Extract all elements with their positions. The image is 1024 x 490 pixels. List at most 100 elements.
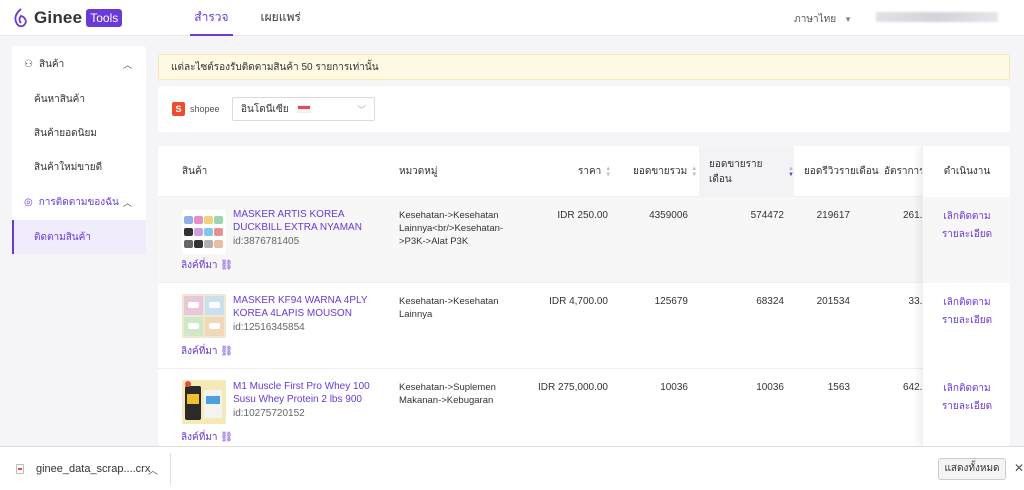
chevron-up-icon: ︿ (122, 59, 132, 70)
source-link-label: ลิงค์ที่มา (181, 260, 218, 271)
detail-button[interactable]: รายละเอียด (923, 398, 1010, 416)
chevron-up-icon[interactable]: ︿ (148, 462, 158, 477)
table-header: สินค้า หมวดหมู่ ราคา ▲ ▼ ยอดขายรวม ▲ ▼ ยอด… (158, 146, 1010, 197)
user-account-blurred[interactable] (876, 12, 998, 22)
target-icon: ◎ (24, 196, 33, 208)
action-column: ดำเนินงาน เลิกติดตาม รายละเอียด เลิกติดต… (922, 146, 1010, 446)
sort-desc-icon[interactable]: ▲ ▼ (788, 166, 794, 178)
tracked-products-table: สินค้า หมวดหมู่ ราคา ▲ ▼ ยอดขายรวม ▲ ▼ ยอด… (158, 146, 1010, 446)
sidebar-item-search-products[interactable]: ค้นหาสินค้า (12, 82, 146, 116)
chevron-up-icon: ︿ (122, 197, 132, 208)
source-link[interactable]: ลิงค์ที่มา ⛓ (181, 430, 233, 445)
product-thumbnail[interactable] (182, 380, 226, 424)
product-name-link[interactable]: M1 Muscle First Pro Whey 100 Susu Whey P… (233, 380, 379, 406)
ginee-logo-icon (14, 7, 27, 27)
source-link-label: ลิงค์ที่มา (181, 432, 218, 443)
product-price: IDR 4,700.00 (549, 296, 608, 307)
product-monthly-sales: 574472 (750, 210, 784, 221)
brand-name: Ginee (34, 7, 83, 27)
product-category: Kesehatan->Kesehatan Lainnya (399, 296, 499, 320)
product-rate: 642.1 (902, 382, 928, 393)
column-monthly-sales-label: ยอดขายรายเดือน (709, 158, 763, 185)
close-icon[interactable]: ✕ (1014, 461, 1024, 475)
detail-button[interactable]: รายละเอียด (923, 312, 1010, 330)
column-category: หมวดหมู่ (399, 166, 438, 177)
product-thumbnail[interactable] (182, 210, 226, 254)
language-label: ภาษาไทย (794, 14, 837, 25)
product-total-sales: 4359006 (649, 210, 688, 221)
product-monthly-reviews: 1563 (827, 382, 850, 393)
browser-download-bar: ginee_data_scrap....crx ︿ แสดงทั้งหมด ✕ (0, 446, 1024, 490)
chevron-down-icon: ▼ (844, 15, 852, 24)
column-price[interactable]: ราคา ▲ ▼ (578, 146, 611, 197)
ginee-logo[interactable]: Ginee Tools (12, 7, 123, 28)
platform-label: shopee (190, 104, 220, 114)
top-bar: Ginee Tools สำรวจ เผยแพร่ ภาษาไทย ▼ (0, 0, 1024, 36)
column-monthly-reviews: ยอดรีวิวรายเดือน (804, 166, 879, 177)
link-icon: ⛓ (220, 260, 233, 271)
shopee-icon: S (172, 102, 185, 116)
sidebar-item-popular-products[interactable]: สินค้ายอดนิยม (12, 116, 146, 150)
sidebar-item-new-bestsellers[interactable]: สินค้าใหม่ขายดี (12, 150, 146, 184)
unfollow-button[interactable]: เลิกติดตาม (923, 380, 1010, 398)
sidebar-item-track-products[interactable]: ติดตามสินค้า (12, 220, 146, 254)
show-all-button[interactable]: แสดงทั้งหมด (938, 458, 1006, 480)
tab-publish[interactable]: เผยแพร่ (245, 0, 317, 36)
sidebar-group-label: การติดตามของฉัน (38, 196, 119, 208)
product-monthly-sales: 10036 (756, 382, 784, 393)
source-link-label: ลิงค์ที่มา (181, 346, 218, 357)
column-price-label: ราคา (578, 166, 602, 177)
product-monthly-reviews: 219617 (816, 210, 850, 221)
link-icon: ⛓ (220, 432, 233, 443)
source-link[interactable]: ลิงค์ที่มา ⛓ (181, 258, 233, 273)
sort-icon[interactable]: ▲ ▼ (605, 166, 611, 178)
indonesia-flag-icon (296, 105, 311, 113)
column-monthly-sales[interactable]: ยอดขายรายเดือน ▲ ▼ (699, 146, 794, 197)
brand-badge: Tools (86, 8, 123, 27)
product-id: id:12516345854 (233, 322, 305, 333)
divider (170, 453, 171, 485)
sidebar: ⚇ สินค้า ︿ ค้นหาสินค้า สินค้ายอดนิยม สิน… (12, 46, 146, 254)
product-thumbnail[interactable] (182, 294, 226, 338)
product-total-sales: 125679 (654, 296, 688, 307)
breadcrumb (158, 30, 161, 38)
detail-button[interactable]: รายละเอียด (923, 226, 1010, 244)
download-filename[interactable]: ginee_data_scrap....crx (36, 463, 150, 475)
sort-icon[interactable]: ▲ ▼ (691, 166, 697, 178)
link-icon: ⛓ (220, 346, 233, 357)
table-row: M1 Muscle First Pro Whey 100 Susu Whey P… (158, 369, 1010, 446)
product-price: IDR 250.00 (557, 210, 608, 221)
product-rate: 33.9 (908, 296, 928, 307)
product-monthly-reviews: 201534 (816, 296, 850, 307)
people-icon: ⚇ (24, 58, 33, 70)
sidebar-group-label: สินค้า (38, 58, 65, 70)
column-total-sales[interactable]: ยอดขายรวม ▲ ▼ (633, 146, 697, 197)
file-icon (16, 464, 24, 474)
main-nav: สำรวจ เผยแพร่ (178, 0, 317, 36)
product-total-sales: 10036 (660, 382, 688, 393)
sidebar-group-products[interactable]: ⚇ สินค้า ︿ (12, 46, 146, 82)
column-total-sales-label: ยอดขายรวม (633, 166, 688, 177)
column-action: ดำเนินงาน (943, 166, 991, 177)
chevron-down-icon: ﹀ (356, 105, 366, 115)
country-select[interactable]: อินโดนีเซีย ﹀ (232, 97, 375, 121)
product-price: IDR 275,000.00 (537, 382, 608, 393)
product-rate: 261.5 (902, 210, 928, 221)
table-row: MASKER KF94 WARNA 4PLY KOREA 4LAPIS MOUS… (158, 283, 1010, 369)
tracking-limit-notice: แต่ละไซต์รองรับติดตามสินค้า 50 รายการเท่… (158, 54, 1010, 80)
platform-filter: S shopee อินโดนีเซีย ﹀ (158, 86, 1010, 132)
unfollow-button[interactable]: เลิกติดตาม (923, 294, 1010, 312)
product-name-link[interactable]: MASKER KF94 WARNA 4PLY KOREA 4LAPIS MOUS… (233, 294, 379, 320)
tab-explore[interactable]: สำรวจ (178, 0, 244, 36)
source-link[interactable]: ลิงค์ที่มา ⛓ (181, 344, 233, 359)
unfollow-button[interactable]: เลิกติดตาม (923, 208, 1010, 226)
country-value: อินโดนีเซีย (241, 103, 289, 115)
product-id: id:10275720152 (233, 408, 305, 419)
product-monthly-sales: 68324 (756, 296, 784, 307)
sidebar-group-my-tracking[interactable]: ◎ การติดตามของฉัน ︿ (12, 184, 146, 220)
product-name-link[interactable]: MASKER ARTIS KOREA DUCKBILL EXTRA NYAMAN… (233, 208, 379, 234)
product-id: id:3876781405 (233, 236, 300, 247)
language-selector[interactable]: ภาษาไทย ▼ (794, 12, 852, 27)
table-row: MASKER ARTIS KOREA DUCKBILL EXTRA NYAMAN… (158, 197, 1010, 283)
column-product: สินค้า (182, 166, 208, 177)
